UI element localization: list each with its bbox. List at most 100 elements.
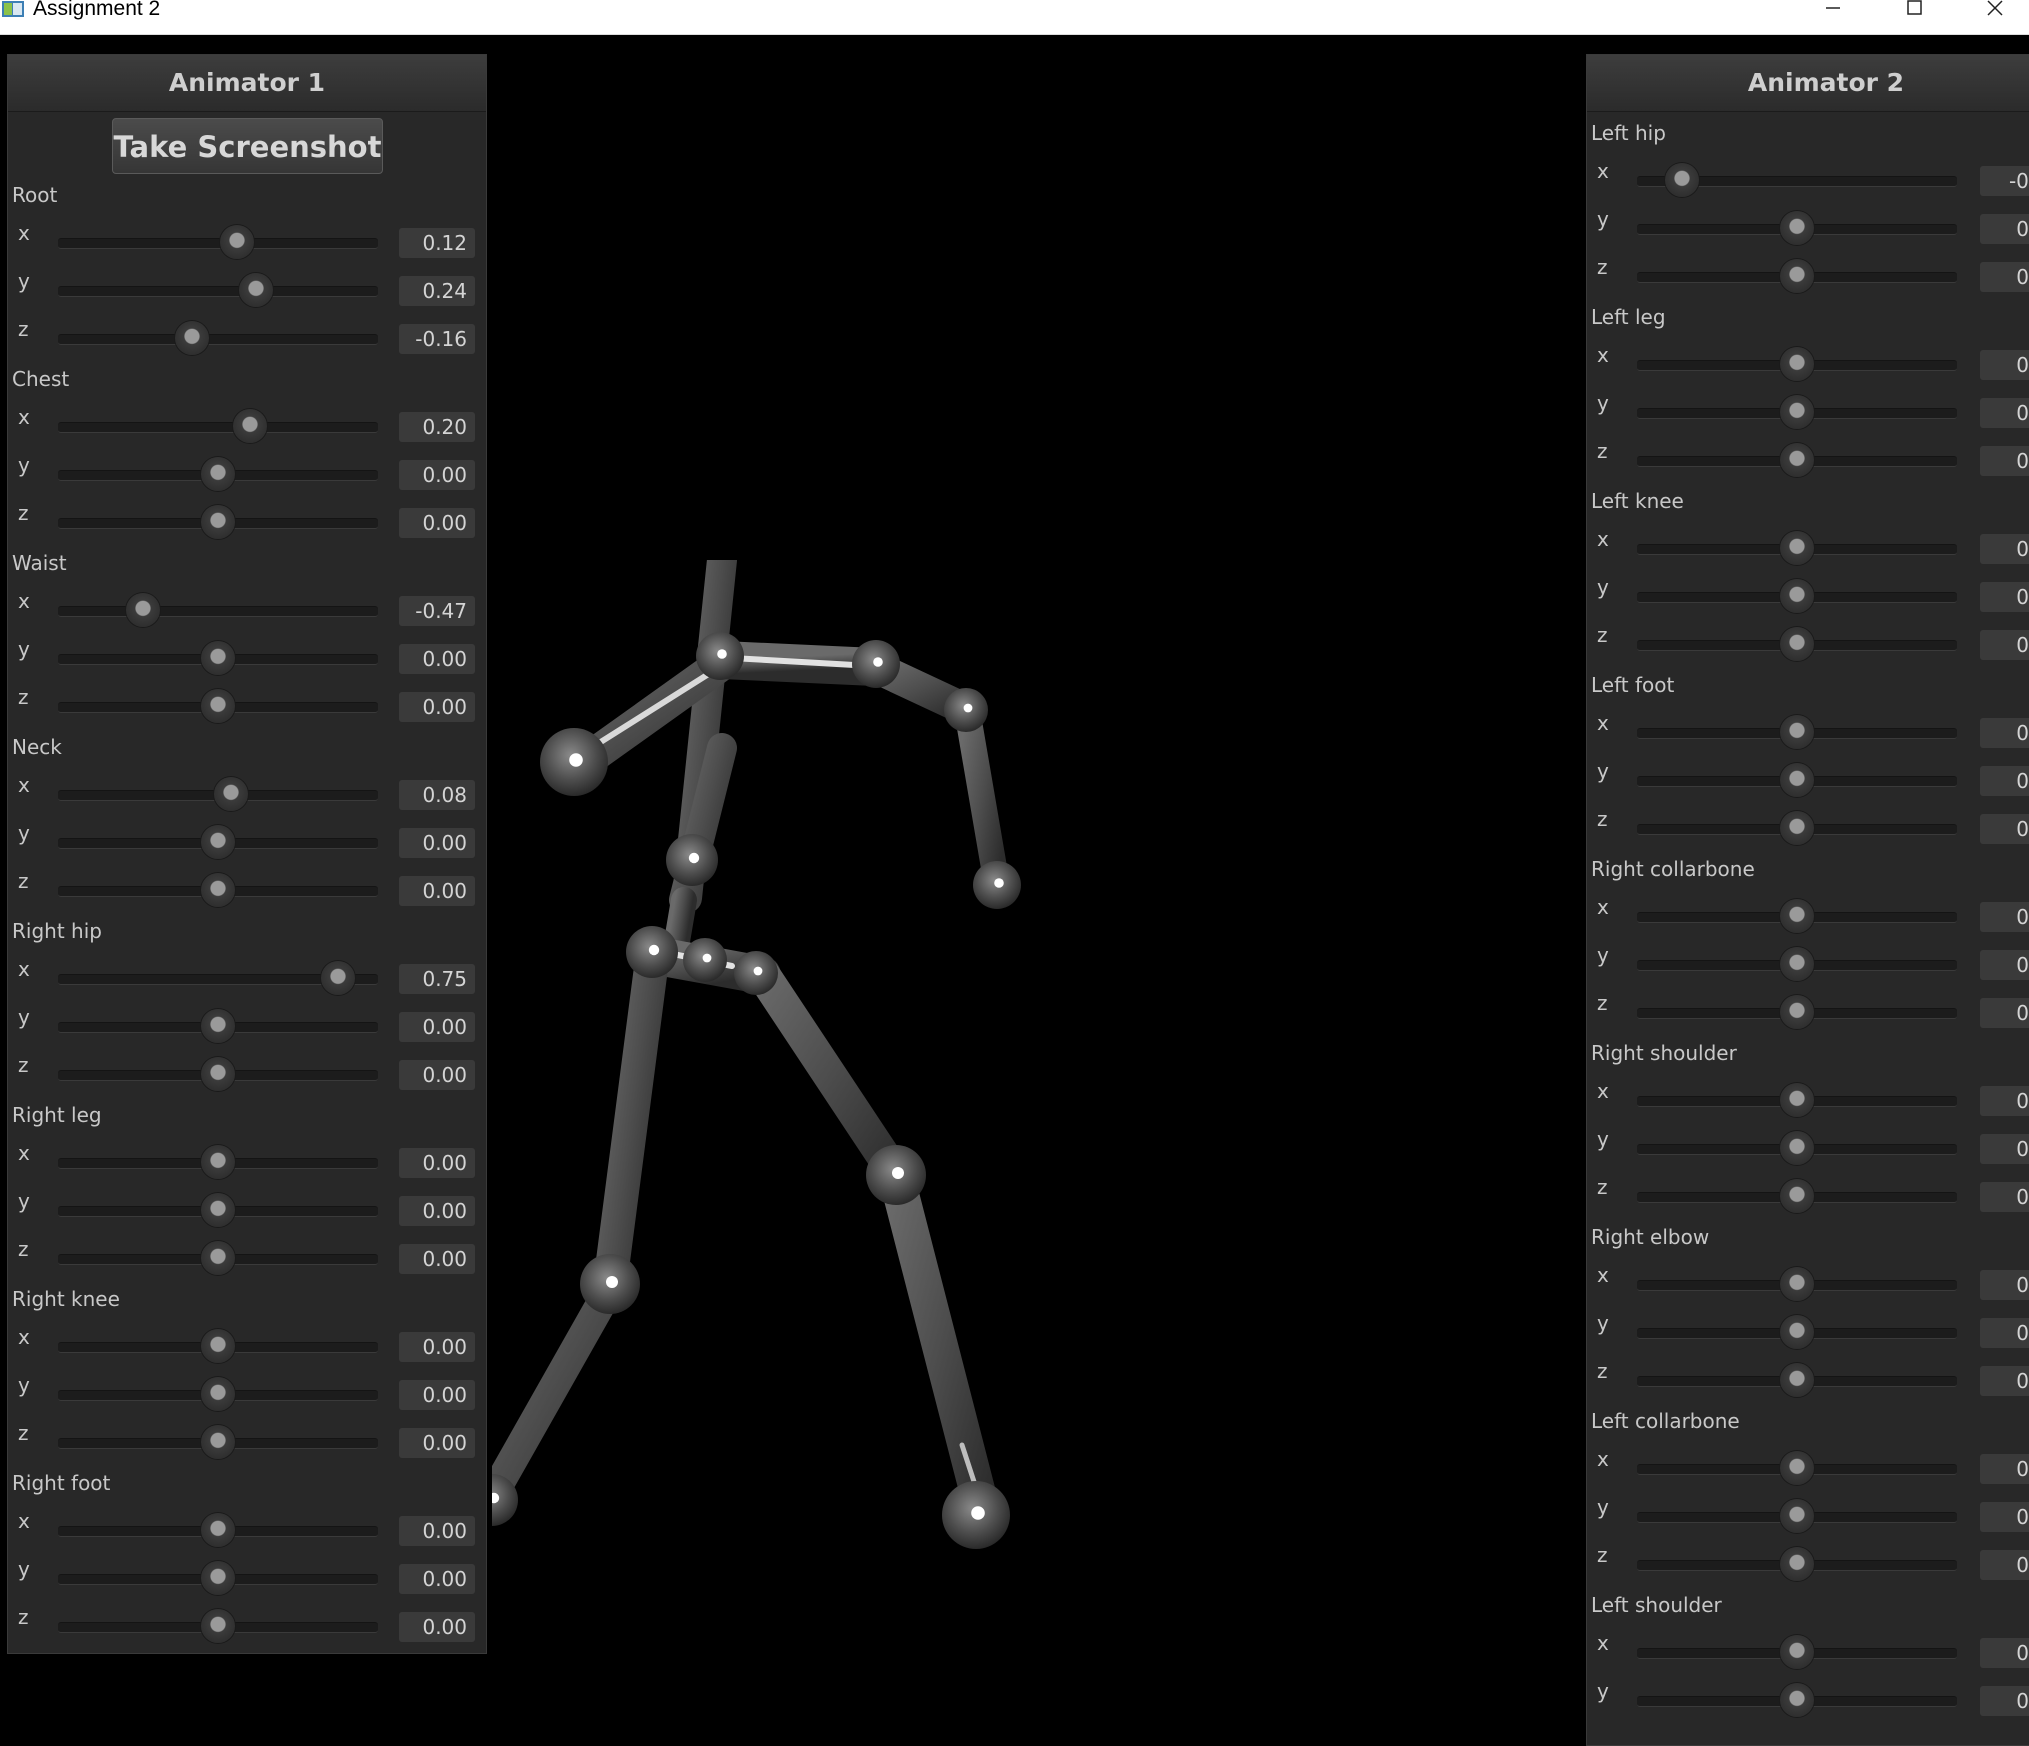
slider-handle[interactable] — [201, 505, 235, 539]
slider-handle[interactable] — [1780, 1547, 1814, 1581]
root-x-slider[interactable] — [58, 238, 378, 249]
value-field[interactable]: 0.0 — [1980, 630, 2029, 660]
value-field[interactable]: 0.00 — [399, 460, 475, 490]
value-field[interactable]: 0.0 — [1980, 1270, 2029, 1300]
value-field[interactable]: 0.0 — [1980, 902, 2029, 932]
slider-handle[interactable] — [1780, 1499, 1814, 1533]
value-field[interactable]: 0.0 — [1980, 582, 2029, 612]
slider-handle[interactable] — [1780, 763, 1814, 797]
slider-handle[interactable] — [1780, 1451, 1814, 1485]
slider-handle[interactable] — [1780, 579, 1814, 613]
value-field[interactable]: 0.0 — [1980, 262, 2029, 292]
slider-handle[interactable] — [201, 1425, 235, 1459]
slider-handle[interactable] — [201, 1329, 235, 1363]
value-field[interactable]: 0.0 — [1980, 1638, 2029, 1668]
slider-handle[interactable] — [201, 1377, 235, 1411]
value-field[interactable]: 0.0 — [1980, 998, 2029, 1028]
slider-handle[interactable] — [1780, 995, 1814, 1029]
slider-handle[interactable] — [201, 1609, 235, 1643]
value-field[interactable]: 0.08 — [399, 780, 475, 810]
value-field[interactable]: 0.12 — [399, 228, 475, 258]
slider-handle[interactable] — [1780, 1131, 1814, 1165]
slider-handle[interactable] — [1780, 627, 1814, 661]
slider-handle[interactable] — [125, 593, 160, 627]
value-field[interactable]: 0.00 — [399, 1060, 475, 1090]
slider-handle[interactable] — [201, 641, 235, 675]
slider-handle[interactable] — [1780, 1363, 1814, 1397]
slider-handle[interactable] — [1780, 211, 1814, 245]
value-field[interactable]: 0.00 — [399, 644, 475, 674]
value-field[interactable]: 0.0 — [1980, 1182, 2029, 1212]
slider-handle[interactable] — [201, 1009, 235, 1043]
value-field[interactable]: 0.00 — [399, 828, 475, 858]
slider-handle[interactable] — [1780, 715, 1814, 749]
value-field[interactable]: 0.0 — [1980, 446, 2029, 476]
slider-handle[interactable] — [201, 1193, 235, 1227]
value-field[interactable]: 0.0 — [1980, 950, 2029, 980]
close-button[interactable] — [1974, 0, 2014, 20]
value-field[interactable]: 0.00 — [399, 1516, 475, 1546]
skeleton-viewport[interactable] — [492, 560, 1332, 1570]
slider-handle[interactable] — [1780, 443, 1814, 477]
slider-handle[interactable] — [201, 1241, 235, 1275]
chest-x-slider[interactable] — [58, 422, 378, 433]
value-field[interactable]: 0.00 — [399, 876, 475, 906]
slider-handle[interactable] — [1780, 347, 1814, 381]
minimize-button[interactable] — [1812, 0, 1852, 20]
root-y-slider[interactable] — [58, 286, 378, 297]
slider-handle[interactable] — [201, 873, 235, 907]
value-field[interactable]: 0.00 — [399, 1196, 475, 1226]
slider-handle[interactable] — [1664, 163, 1699, 197]
slider-handle[interactable] — [201, 457, 235, 491]
slider-handle[interactable] — [1780, 1083, 1814, 1117]
value-field[interactable]: 0.0 — [1980, 814, 2029, 844]
value-field[interactable]: -0.7 — [1980, 166, 2029, 196]
value-field[interactable]: 0.0 — [1980, 718, 2029, 748]
value-field[interactable]: 0.0 — [1980, 350, 2029, 380]
value-field[interactable]: 0.20 — [399, 412, 475, 442]
value-field[interactable]: 0.00 — [399, 1012, 475, 1042]
take-screenshot-button[interactable]: Take Screenshot — [112, 118, 383, 174]
value-field[interactable]: 0.0 — [1980, 766, 2029, 796]
slider-handle[interactable] — [1780, 395, 1814, 429]
value-field[interactable]: 0.24 — [399, 276, 475, 306]
value-field[interactable]: 0.0 — [1980, 1550, 2029, 1580]
value-field[interactable]: 0.00 — [399, 1564, 475, 1594]
value-field[interactable]: 0.0 — [1980, 214, 2029, 244]
value-field[interactable]: 0.0 — [1980, 398, 2029, 428]
slider-handle[interactable] — [1780, 1683, 1814, 1717]
slider-handle[interactable] — [201, 1513, 235, 1547]
value-field[interactable]: 0.00 — [399, 692, 475, 722]
value-field[interactable]: 0.0 — [1980, 1134, 2029, 1164]
slider-handle[interactable] — [1780, 947, 1814, 981]
slider-handle[interactable] — [201, 825, 235, 859]
value-field[interactable]: 0.0 — [1980, 1086, 2029, 1116]
slider-handle[interactable] — [1780, 1179, 1814, 1213]
value-field[interactable]: 0.0 — [1980, 1318, 2029, 1348]
slider-handle[interactable] — [201, 689, 235, 723]
slider-handle[interactable] — [1780, 1315, 1814, 1349]
value-field[interactable]: 0.0 — [1980, 1686, 2029, 1716]
slider-handle[interactable] — [1780, 259, 1814, 293]
slider-handle[interactable] — [201, 1057, 235, 1091]
slider-handle[interactable] — [1780, 1267, 1814, 1301]
slider-handle[interactable] — [1780, 811, 1814, 845]
slider-handle[interactable] — [213, 777, 248, 811]
value-field[interactable]: -0.47 — [399, 596, 475, 626]
value-field[interactable]: 0.75 — [399, 964, 475, 994]
slider-handle[interactable] — [175, 321, 210, 355]
value-field[interactable]: 0.0 — [1980, 1454, 2029, 1484]
value-field[interactable]: 0.0 — [1980, 1502, 2029, 1532]
value-field[interactable]: 0.0 — [1980, 1366, 2029, 1396]
value-field[interactable]: 0.00 — [399, 1244, 475, 1274]
slider-handle[interactable] — [1780, 899, 1814, 933]
value-field[interactable]: 0.00 — [399, 1148, 475, 1178]
waist-x-slider[interactable] — [58, 606, 378, 617]
root-z-slider[interactable] — [58, 334, 378, 345]
value-field[interactable]: -0.16 — [399, 324, 475, 354]
slider-handle[interactable] — [201, 1561, 235, 1595]
maximize-button[interactable] — [1894, 0, 1934, 20]
value-field[interactable]: 0.00 — [399, 1380, 475, 1410]
slider-handle[interactable] — [239, 273, 274, 307]
value-field[interactable]: 0.0 — [1980, 534, 2029, 564]
